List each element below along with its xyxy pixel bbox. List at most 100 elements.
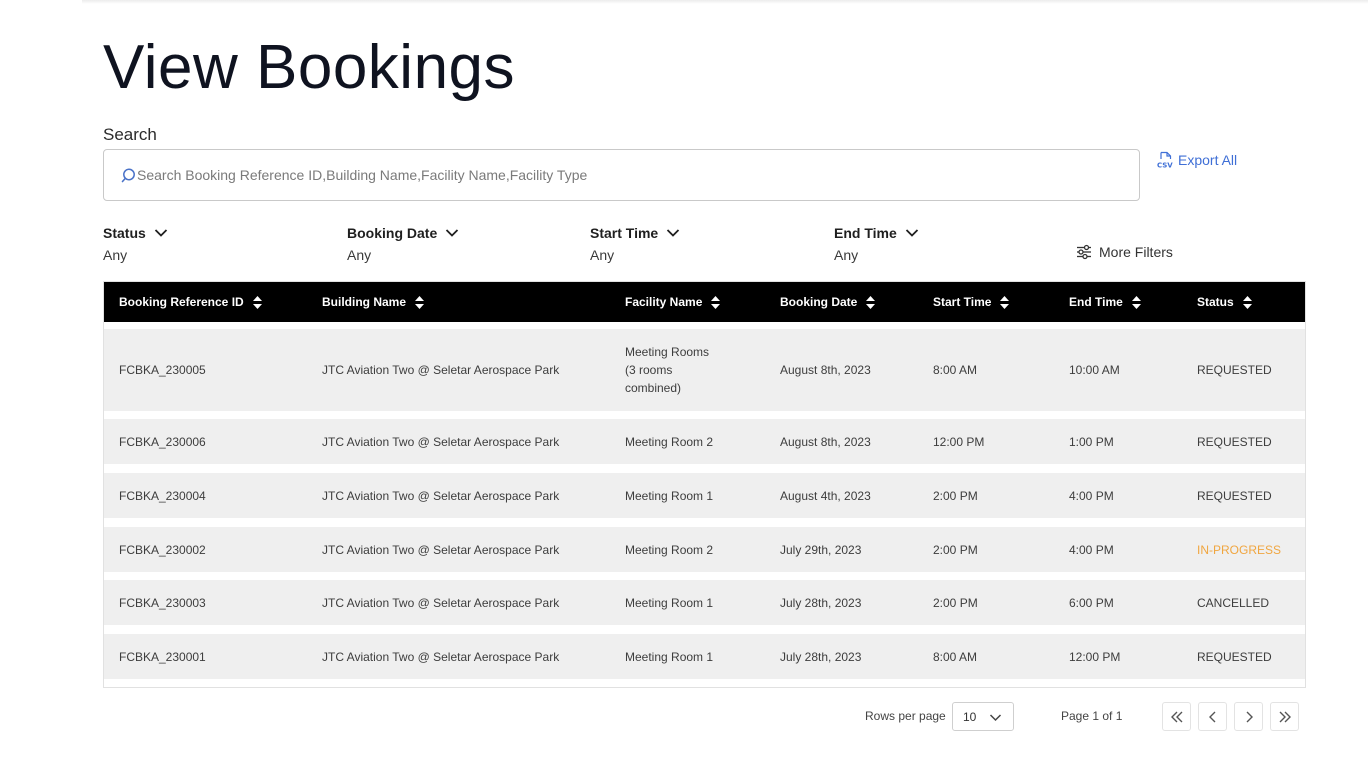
column-header-booking-reference-id[interactable]: Booking Reference ID: [119, 282, 262, 322]
export-all-label: Export All: [1178, 152, 1238, 168]
cell-facility-name: Meeting Rooms (3 rooms combined): [625, 329, 709, 411]
column-header-start-time[interactable]: Start Time: [933, 282, 1010, 322]
filter-start-time-label: Start Time: [590, 225, 659, 241]
filter-booking-date[interactable]: Booking Date Any: [347, 225, 459, 263]
filter-end-time-toggle[interactable]: End Time: [834, 225, 919, 241]
cell-booking-reference-id: FCBKA_230004: [119, 488, 206, 503]
search-input[interactable]: [137, 150, 1127, 200]
rows-per-page-value: 10: [963, 709, 977, 724]
filter-status-value: Any: [103, 247, 128, 263]
column-header-label: Status: [1197, 295, 1234, 309]
previous-page-button[interactable]: [1198, 702, 1227, 731]
table-row[interactable]: FCBKA_230001 JTC Aviation Two @ Seletar …: [104, 634, 1305, 679]
next-page-button[interactable]: [1234, 702, 1263, 731]
filter-end-time-value: Any: [834, 247, 859, 263]
table-header: Booking Reference ID Building Name Facil…: [104, 282, 1305, 322]
top-shadow: [82, 0, 1368, 4]
cell-start-time: 2:00 PM: [933, 488, 978, 503]
cell-status: REQUESTED: [1197, 488, 1272, 503]
filter-booking-date-value: Any: [347, 247, 372, 263]
column-header-status[interactable]: Status: [1197, 282, 1252, 322]
cell-end-time: 10:00 AM: [1069, 363, 1120, 377]
cell-building-name: JTC Aviation Two @ Seletar Aerospace Par…: [322, 595, 560, 610]
filter-start-time[interactable]: Start Time Any: [590, 225, 680, 263]
sort-icon: [866, 295, 876, 309]
filter-start-time-value: Any: [590, 247, 615, 263]
facility-name-line: Meeting Rooms: [625, 345, 710, 359]
cell-building-name: JTC Aviation Two @ Seletar Aerospace Par…: [322, 542, 560, 557]
filter-booking-date-toggle[interactable]: Booking Date: [347, 225, 459, 241]
table-row[interactable]: FCBKA_230005 JTC Aviation Two @ Seletar …: [104, 329, 1305, 411]
search-label: Search: [103, 125, 157, 144]
double-chevron-right-icon: [1279, 711, 1291, 722]
cell-booking-date: August 4th, 2023: [780, 488, 871, 503]
cell-end-time: 1:00 PM: [1069, 434, 1114, 449]
filter-status-toggle[interactable]: Status: [103, 225, 168, 241]
cell-booking-date: July 28th, 2023: [780, 595, 862, 610]
cell-booking-date: August 8th, 2023: [780, 363, 871, 377]
column-header-label: Building Name: [322, 295, 407, 309]
cell-start-time: 2:00 PM: [933, 595, 978, 610]
sort-icon: [711, 295, 721, 309]
cell-booking-reference-id: FCBKA_230001: [119, 649, 206, 664]
chevron-down-icon: [446, 229, 459, 237]
cell-end-time: 4:00 PM: [1069, 488, 1114, 503]
column-header-label: Facility Name: [625, 295, 703, 309]
column-header-booking-date[interactable]: Booking Date: [780, 282, 876, 322]
sliders-icon: [1077, 244, 1091, 260]
column-header-label: Booking Reference ID: [119, 295, 244, 309]
cell-end-time: 6:00 PM: [1069, 595, 1114, 610]
cell-booking-reference-id: FCBKA_230006: [119, 434, 206, 449]
cell-status: REQUESTED: [1197, 434, 1272, 449]
sort-icon: [1131, 295, 1141, 309]
table-row[interactable]: FCBKA_230003 JTC Aviation Two @ Seletar …: [104, 580, 1305, 625]
page-info: Page 1 of 1: [1061, 709, 1123, 723]
filter-status[interactable]: Status Any: [103, 225, 168, 263]
first-page-button[interactable]: [1162, 702, 1191, 731]
csv-file-icon: CSV: [1157, 151, 1173, 170]
cell-start-time: 8:00 AM: [933, 363, 978, 377]
table-row[interactable]: FCBKA_230006 JTC Aviation Two @ Seletar …: [104, 419, 1305, 464]
filter-booking-date-label: Booking Date: [347, 225, 438, 241]
cell-start-time: 12:00 PM: [933, 434, 985, 449]
cell-end-time: 4:00 PM: [1069, 542, 1114, 557]
cell-booking-reference-id: FCBKA_230003: [119, 595, 206, 610]
column-header-facility-name[interactable]: Facility Name: [625, 282, 721, 322]
cell-facility-name: Meeting Room 2: [625, 542, 714, 557]
rows-per-page-label: Rows per page: [865, 709, 946, 723]
chevron-down-icon: [667, 229, 680, 237]
cell-building-name: JTC Aviation Two @ Seletar Aerospace Par…: [322, 363, 560, 377]
cell-end-time: 12:00 PM: [1069, 649, 1121, 664]
cell-status: REQUESTED: [1197, 649, 1272, 664]
export-all-button[interactable]: CSV Export All: [1157, 150, 1237, 170]
chevron-down-icon: [989, 714, 1002, 722]
filter-status-label: Status: [103, 225, 146, 241]
column-header-label: Booking Date: [780, 295, 858, 309]
table-row[interactable]: FCBKA_230004 JTC Aviation Two @ Seletar …: [104, 473, 1305, 518]
cell-status: CANCELLED: [1197, 595, 1270, 610]
cell-booking-date: August 8th, 2023: [780, 434, 871, 449]
cell-start-time: 2:00 PM: [933, 542, 978, 557]
cell-booking-date: July 28th, 2023: [780, 649, 862, 664]
filter-end-time[interactable]: End Time Any: [834, 225, 919, 263]
filter-end-time-label: End Time: [834, 225, 897, 241]
search-box[interactable]: [103, 149, 1140, 201]
column-header-building-name[interactable]: Building Name: [322, 282, 425, 322]
column-header-end-time[interactable]: End Time: [1069, 282, 1141, 322]
table-row[interactable]: FCBKA_230002 JTC Aviation Two @ Seletar …: [104, 527, 1305, 572]
sort-icon: [1242, 295, 1252, 309]
more-filters-button[interactable]: More Filters: [1076, 244, 1173, 260]
chevron-down-icon: [905, 229, 918, 237]
filter-start-time-toggle[interactable]: Start Time: [590, 225, 680, 241]
last-page-button[interactable]: [1270, 702, 1299, 731]
bookings-table: Booking Reference ID Building Name Facil…: [103, 281, 1306, 688]
svg-text:CSV: CSV: [1157, 162, 1173, 170]
rows-per-page-select[interactable]: 10: [952, 702, 1014, 731]
cell-booking-reference-id: FCBKA_230002: [119, 542, 206, 557]
more-filters-label: More Filters: [1099, 244, 1173, 260]
sort-icon: [252, 295, 262, 309]
cell-facility-name: Meeting Room 1: [625, 649, 714, 664]
facility-name-line: (3 rooms: [625, 363, 673, 377]
cell-building-name: JTC Aviation Two @ Seletar Aerospace Par…: [322, 488, 560, 503]
sort-icon: [415, 295, 425, 309]
